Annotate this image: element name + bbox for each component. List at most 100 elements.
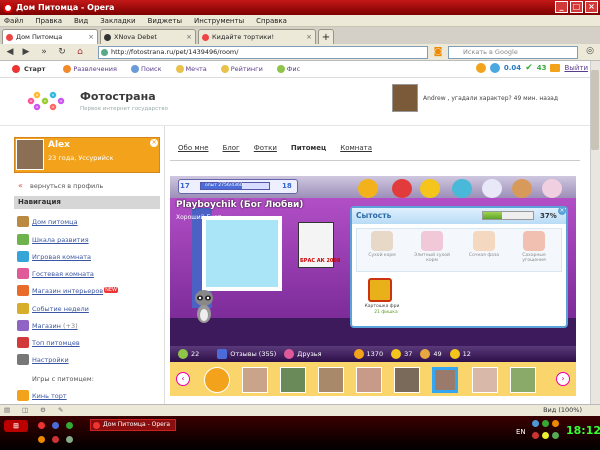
friend-thumbnail-selected[interactable] [432, 367, 458, 393]
toolbar-search[interactable]: Поиск [130, 65, 162, 73]
menu-file[interactable]: Файл [4, 17, 23, 25]
smiley-icon[interactable] [420, 179, 440, 198]
forward-arrow-icon[interactable]: ▶ [20, 47, 32, 58]
quicklaunch-opera-icon[interactable] [38, 422, 45, 429]
pet-game-area[interactable]: БРАС АК 2008 17 опыт 2756/4360 18 Playbo… [170, 176, 576, 396]
view-icon[interactable]: ◫ [22, 406, 28, 414]
toolbar-fis[interactable]: Фис [276, 65, 300, 73]
food-elite-dry[interactable]: Элитный сухой корм [412, 231, 452, 263]
site-logo-text[interactable]: Фотострана [80, 90, 156, 103]
friend-thumbnail[interactable] [394, 367, 420, 393]
tray-icon[interactable] [542, 420, 549, 427]
tray-icon[interactable] [552, 432, 559, 439]
friends-link[interactable]: Друзья [284, 349, 322, 359]
tray-network-icon[interactable] [532, 420, 539, 427]
close-button[interactable]: × [585, 1, 598, 13]
close-icon[interactable]: × [150, 139, 158, 147]
new-tab-button[interactable]: + [318, 29, 334, 44]
friend-thumbnail[interactable] [318, 367, 344, 393]
trophy-icon[interactable] [358, 179, 378, 198]
raccoon-pet-icon[interactable] [192, 288, 216, 326]
tray-icon[interactable] [532, 432, 539, 439]
sidebar-item-guest-room[interactable]: Гостевая комната [32, 270, 94, 278]
food-bowl-icon[interactable] [452, 179, 472, 198]
likes-counter[interactable]: 22 [178, 349, 199, 359]
promo-avatar[interactable] [392, 84, 418, 112]
tray-icon[interactable] [552, 420, 559, 427]
close-popup-icon[interactable]: × [558, 207, 566, 215]
scroll-right-icon[interactable]: › [556, 372, 570, 386]
exit-link[interactable]: Выйти [564, 64, 588, 72]
sidebar-item-growth[interactable]: Шкала развития [32, 236, 89, 244]
back-arrow-icon[interactable]: ◀ [4, 47, 16, 58]
food-dry[interactable]: Сухой корм [362, 231, 402, 258]
menu-bookmarks[interactable]: Закладки [100, 17, 135, 25]
fast-forward-icon[interactable]: » [38, 47, 50, 58]
food-sugar[interactable]: Сахарные угощения [514, 231, 554, 263]
quicklaunch-icon[interactable] [52, 422, 59, 429]
fries-icon[interactable] [368, 278, 392, 302]
fotostrana-logo-icon[interactable] [25, 90, 71, 112]
tab-about[interactable]: Обо мне [178, 144, 209, 152]
close-tab-icon[interactable]: × [306, 33, 312, 41]
tab-room[interactable]: Комната [340, 144, 372, 152]
panels-icon[interactable]: ▤ [4, 406, 10, 414]
sidebar-item-playroom[interactable]: Игровая комната [32, 253, 91, 261]
panel-toggle-icon[interactable]: ◎ [584, 46, 596, 57]
quicklaunch-icon[interactable] [52, 436, 59, 443]
search-input[interactable]: Искать в Google [448, 46, 578, 59]
sidebar-item-shop[interactable]: Магазин (+3) [32, 322, 78, 330]
zoom-level[interactable]: Вид (100%) [543, 406, 582, 414]
gift-icon[interactable] [475, 63, 486, 73]
turbo-icon[interactable]: ⚙ [40, 406, 46, 414]
tray-volume-icon[interactable] [542, 432, 549, 439]
sidebar-item-weekly-event[interactable]: Событие недели [32, 305, 89, 313]
reviews-link[interactable]: Отзывы (355) [217, 349, 276, 359]
settings-icon[interactable]: ✎ [58, 406, 63, 414]
taskbar-window-opera[interactable]: Дом Питомца - Opera [90, 419, 176, 431]
quicklaunch-icon[interactable] [38, 436, 45, 443]
menu-view[interactable]: Вид [74, 17, 88, 25]
tab-xnova[interactable]: XNova Debet × [100, 29, 196, 44]
toolbar-dream[interactable]: Мечта [175, 65, 207, 73]
maximize-button[interactable]: □ [570, 1, 583, 13]
language-indicator[interactable]: EN [516, 428, 526, 436]
sidebar-item-pet-home[interactable]: Дом питомца [32, 218, 78, 226]
friend-thumbnail[interactable] [510, 367, 536, 393]
menu-edit[interactable]: Правка [35, 17, 62, 25]
back-to-profile-link[interactable]: вернуться в профиль [30, 182, 103, 190]
sidebar-item-settings[interactable]: Настройки [32, 356, 69, 364]
sidebar-item-throw-cake[interactable]: Кинь торт [32, 392, 67, 400]
friend-thumbnail[interactable] [242, 367, 268, 393]
toolbar-entertainment[interactable]: Развлечения [63, 65, 117, 73]
address-input[interactable]: http://fotostrana.ru/pet/1439496/room/ [98, 46, 428, 59]
promo-text[interactable]: Andrew , угадали характер? 49 мин. назад [423, 95, 558, 102]
start-link[interactable]: Старт [24, 65, 45, 73]
sidebar-item-top-pets[interactable]: Топ питомцев [32, 339, 80, 347]
tab-pet[interactable]: Питомец [291, 144, 326, 152]
home-icon[interactable]: ⌂ [74, 47, 86, 58]
close-tab-icon[interactable]: × [88, 33, 94, 41]
toolbar-ratings[interactable]: Рейтинги [220, 65, 263, 73]
sidebar-item-interior-shop[interactable]: Магазин интерьеров NEW [32, 287, 118, 295]
start-menu-icon[interactable]: ⊞ [4, 420, 28, 432]
friend-thumbnail[interactable] [472, 367, 498, 393]
menu-help[interactable]: Справка [256, 17, 287, 25]
quicklaunch-icon[interactable] [66, 422, 73, 429]
avatar[interactable] [16, 139, 44, 170]
food-juicy[interactable]: Сочная фаза [464, 231, 504, 258]
minimize-button[interactable]: _ [555, 1, 568, 13]
tab-pet-home[interactable]: Дом Питомца × [2, 29, 98, 44]
quicklaunch-icon[interactable] [66, 436, 73, 443]
tab-blog[interactable]: Блог [223, 144, 240, 152]
bath-icon[interactable] [482, 179, 502, 198]
heart-icon[interactable] [392, 179, 412, 198]
fis-coin-icon[interactable] [204, 367, 230, 393]
scroll-left-icon[interactable]: ‹ [176, 372, 190, 386]
menu-tools[interactable]: Инструменты [194, 17, 244, 25]
menu-widgets[interactable]: Виджеты [148, 17, 182, 25]
tab-cakes[interactable]: Кидайте тортики! × [198, 29, 316, 44]
scrollbar-thumb[interactable] [591, 70, 599, 150]
friend-thumbnail[interactable] [280, 367, 306, 393]
shoe-icon[interactable] [542, 179, 562, 198]
